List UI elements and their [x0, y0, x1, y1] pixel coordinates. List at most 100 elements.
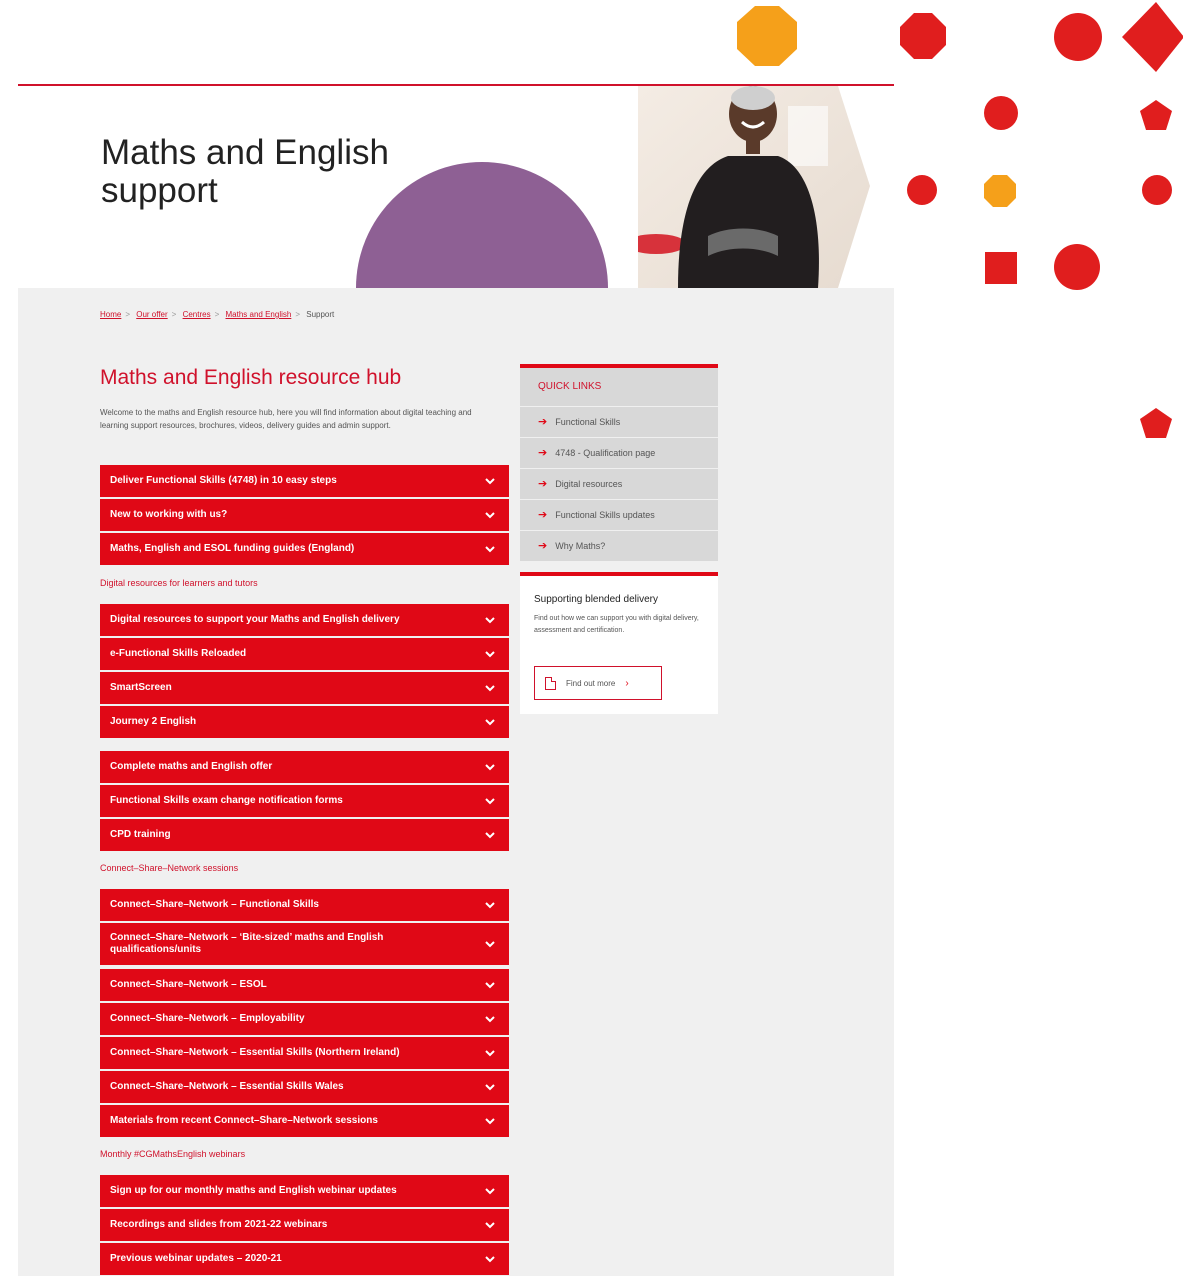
red-circle-decoration: [1054, 244, 1100, 290]
section-label-digital: Digital resources for learners and tutor…: [100, 578, 258, 588]
accordion-funding-guides[interactable]: Maths, English and ESOL funding guides (…: [100, 533, 509, 565]
blended-delivery-text: Find out how we can support you with dig…: [534, 615, 699, 634]
document-icon: [545, 676, 556, 690]
accordion-e-functional-skills[interactable]: e-Functional Skills Reloaded: [100, 638, 509, 670]
quick-link-label: Digital resources: [555, 479, 623, 489]
breadcrumb-centres[interactable]: Centres: [183, 310, 211, 319]
chevron-down-icon: [485, 1016, 495, 1023]
red-octagon-decoration: [900, 13, 946, 59]
quick-links-panel: QUICK LINKS ➔ Functional Skills ➔ 4748 - Q…: [520, 364, 718, 562]
accordion-functional-skills-steps[interactable]: Deliver Functional Skills (4748) in 10 e…: [100, 465, 509, 497]
accordion-label: Connect–Share–Network – Functional Skill…: [110, 899, 319, 910]
quick-link-functional-skills[interactable]: ➔ Functional Skills: [520, 407, 718, 438]
find-out-more-label: Find out more: [566, 678, 616, 688]
accordion-label: Connect–Share–Network – ‘Bite-sized’ mat…: [110, 932, 384, 955]
orange-octagon-decoration: [737, 6, 797, 66]
quick-links-title: QUICK LINKS: [520, 368, 718, 407]
accordion-csn-essential-skills-ni[interactable]: Connect–Share–Network – Essential Skills…: [100, 1037, 509, 1069]
breadcrumb-separator: >: [295, 310, 300, 319]
accordion-exam-change-forms[interactable]: Functional Skills exam change notificati…: [100, 785, 509, 817]
accordion-label: Recordings and slides from 2021-22 webin…: [110, 1219, 328, 1230]
red-square-decoration: [985, 252, 1017, 284]
chevron-right-icon: ›: [625, 677, 629, 689]
find-out-more-button[interactable]: Find out more ›: [534, 666, 662, 700]
arrow-right-icon: ➔: [538, 416, 548, 428]
breadcrumb-separator: >: [171, 310, 177, 319]
breadcrumb-our-offer[interactable]: Our offer: [136, 310, 167, 319]
content-area: Home > Our offer > Centres > Maths and Engl…: [18, 288, 894, 1276]
section-label-csn: Connect–Share–Network sessions: [100, 863, 239, 873]
accordion-csn-esol[interactable]: Connect–Share–Network – ESOL: [100, 969, 509, 1001]
accordion-webinar-signup[interactable]: Sign up for our monthly maths and Englis…: [100, 1175, 509, 1207]
chevron-down-icon: [485, 798, 495, 805]
quick-link-why-maths[interactable]: ➔ Why Maths?: [520, 531, 718, 562]
chevron-down-icon: [485, 1050, 495, 1057]
arrow-right-icon: ➔: [538, 540, 548, 552]
accordion-csn-essential-skills-wales[interactable]: Connect–Share–Network – Essential Skills…: [100, 1071, 509, 1103]
accordion-label: Journey 2 English: [110, 716, 197, 727]
quick-link-4748[interactable]: ➔ 4748 - Qualification page: [520, 438, 718, 469]
breadcrumb-separator: >: [125, 310, 131, 319]
chevron-down-icon: [485, 832, 495, 839]
accordion-label: SmartScreen: [110, 682, 172, 693]
accordion-label: Complete maths and English offer: [110, 761, 273, 772]
accordion-webinar-recordings[interactable]: Recordings and slides from 2021-22 webin…: [100, 1209, 509, 1241]
quick-link-label: Functional Skills: [555, 417, 621, 427]
accordion-complete-offer[interactable]: Complete maths and English offer: [100, 751, 509, 783]
accordion-label: Digital resources to support your Maths …: [110, 614, 400, 625]
accordion-previous-webinars[interactable]: Previous webinar updates – 2020-21: [100, 1243, 509, 1275]
accordion-new-to-working[interactable]: New to working with us?: [100, 499, 509, 531]
chevron-down-icon: [485, 1118, 495, 1125]
chevron-down-icon: [485, 982, 495, 989]
chevron-down-icon: [485, 902, 495, 909]
chevron-down-icon: [485, 719, 495, 726]
chevron-down-icon: [485, 546, 495, 553]
page-title: Maths and English support: [101, 133, 389, 210]
accordion-label: Materials from recent Connect–Share–Netw…: [110, 1115, 378, 1126]
quick-link-label: 4748 - Qualification page: [555, 448, 656, 458]
accordion-label: Connect–Share–Network – ESOL: [110, 979, 267, 990]
accordion-digital-resources[interactable]: Digital resources to support your Maths …: [100, 604, 509, 636]
chevron-down-icon: [485, 1084, 495, 1091]
accordion-label: Functional Skills exam change notificati…: [110, 795, 343, 806]
chevron-down-icon: [485, 512, 495, 519]
quick-link-label: Why Maths?: [555, 541, 606, 551]
chevron-down-icon: [485, 685, 495, 692]
red-circle-decoration: [1142, 175, 1172, 205]
arrow-right-icon: ➔: [538, 478, 548, 490]
arrow-right-icon: ➔: [538, 509, 548, 521]
quick-link-digital-resources[interactable]: ➔ Digital resources: [520, 469, 718, 500]
red-circle-decoration: [1054, 13, 1102, 61]
accordion-csn-materials[interactable]: Materials from recent Connect–Share–Netw…: [100, 1105, 509, 1137]
arrow-right-icon: ➔: [538, 447, 548, 459]
red-circle-decoration: [907, 175, 937, 205]
main-column: Maths and English resource hub Welcome t…: [100, 364, 510, 432]
accordion-cpd-training[interactable]: CPD training: [100, 819, 509, 851]
chevron-down-icon: [485, 617, 495, 624]
accordion-label: Sign up for our monthly maths and Englis…: [110, 1185, 397, 1196]
accordion-journey-2-english[interactable]: Journey 2 English: [100, 706, 509, 738]
accordion-csn-functional-skills[interactable]: Connect–Share–Network – Functional Skill…: [100, 889, 509, 921]
accordion-csn-employability[interactable]: Connect–Share–Network – Employability: [100, 1003, 509, 1035]
accordion-label: New to working with us?: [110, 509, 228, 520]
chevron-down-icon: [485, 478, 495, 485]
accordion-label: Connect–Share–Network – Employability: [110, 1013, 305, 1024]
hero-photo: [638, 86, 870, 288]
breadcrumb-home[interactable]: Home: [100, 310, 121, 319]
breadcrumb-maths-and-english[interactable]: Maths and English: [226, 310, 292, 319]
chevron-down-icon: [485, 1188, 495, 1195]
accordion-csn-bite-sized[interactable]: Connect–Share–Network – ‘Bite-sized’ mat…: [100, 923, 509, 965]
accordion-label: Previous webinar updates – 2020-21: [110, 1253, 282, 1264]
chevron-down-icon: [485, 651, 495, 658]
breadcrumb: Home > Our offer > Centres > Maths and Engl…: [100, 310, 334, 319]
chevron-down-icon: [485, 941, 495, 948]
orange-octagon-decoration: [984, 175, 1016, 207]
accordion-smartscreen[interactable]: SmartScreen: [100, 672, 509, 704]
intro-text: Welcome to the maths and English resourc…: [100, 408, 472, 430]
red-circle-decoration: [984, 96, 1018, 130]
chevron-down-icon: [485, 764, 495, 771]
red-diamond-decoration: [1122, 2, 1183, 72]
quick-link-functional-skills-updates[interactable]: ➔ Functional Skills updates: [520, 500, 718, 531]
section-label-webinars: Monthly #CGMathsEnglish webinars: [100, 1149, 246, 1159]
accordion-label: Deliver Functional Skills (4748) in 10 e…: [110, 475, 337, 486]
